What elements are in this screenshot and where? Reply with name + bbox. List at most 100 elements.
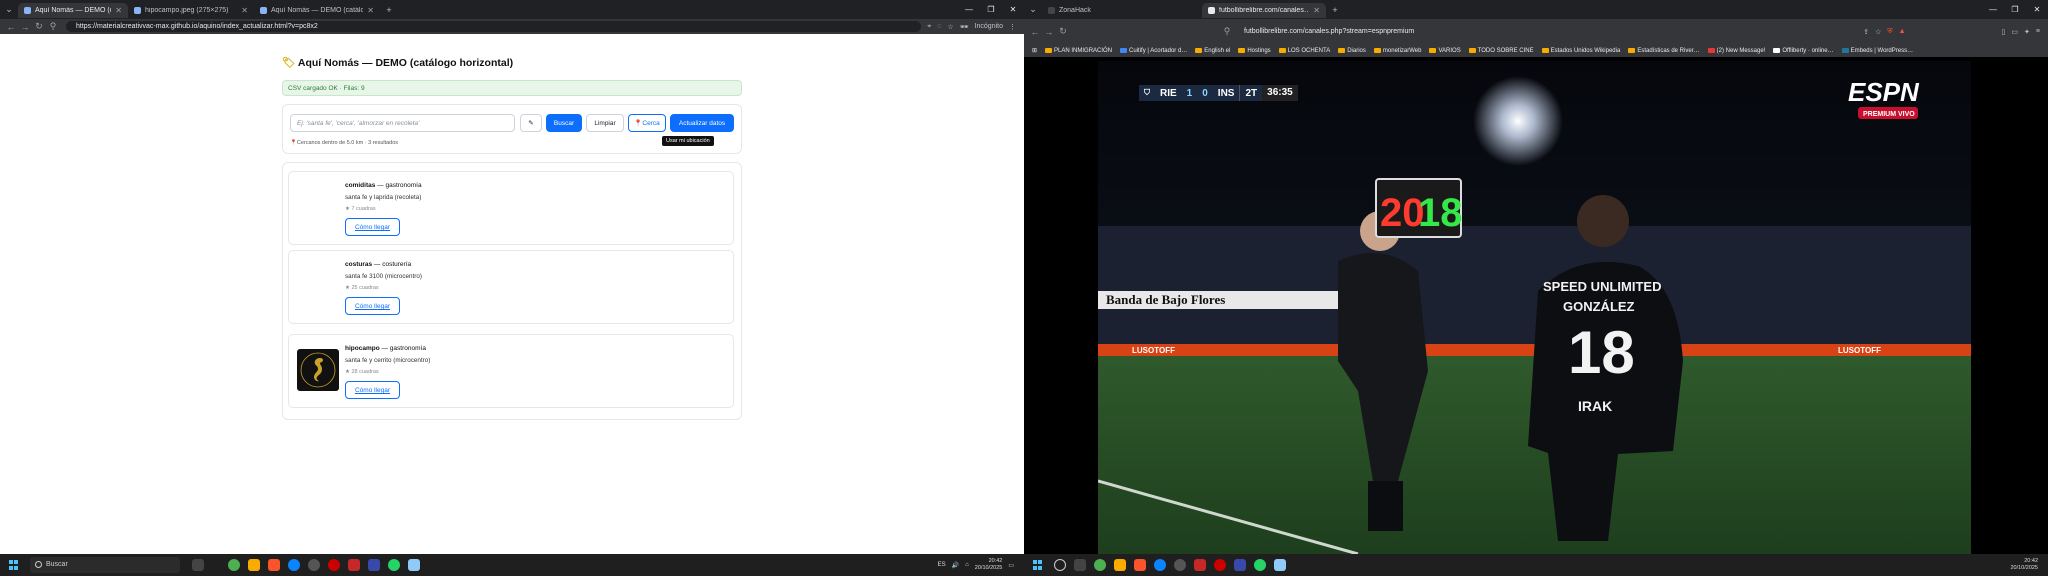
directions-button[interactable]: Cómo llegar xyxy=(345,381,400,399)
save-icon[interactable] xyxy=(368,559,380,571)
close-icon[interactable]: ✕ xyxy=(1313,6,1320,15)
maximize-icon[interactable]: ❐ xyxy=(2004,5,2026,14)
reload-icon[interactable]: ↻ xyxy=(1056,26,1070,37)
volume-icon[interactable]: 🔊 xyxy=(952,562,959,569)
tab-futbollibre-active[interactable]: futbollibrelibre.com/canales… ✕ xyxy=(1202,3,1326,18)
notification-icon[interactable]: ▭ xyxy=(1008,562,1014,569)
pdf-icon[interactable] xyxy=(1194,559,1206,571)
minimize-icon[interactable]: — xyxy=(958,5,980,14)
bookmark[interactable]: Embeds | WordPress… xyxy=(1841,48,1913,54)
clock[interactable]: 20:42 20/10/2025 xyxy=(2010,558,2038,572)
update-data-button[interactable]: Actualizar datos xyxy=(670,114,734,132)
search-button[interactable]: Buscar xyxy=(546,114,582,132)
brave-shield-icon[interactable]: ⛨ xyxy=(1887,28,1892,36)
clear-button[interactable]: Limpiar xyxy=(586,114,624,132)
video-player[interactable]: Banda de Bajo Flores LUSOTOFF LUSOTOFF 2… xyxy=(1098,61,1971,554)
url-field[interactable]: futbollibrelibre.com/canales.php?stream=… xyxy=(1234,26,1858,37)
bookmark[interactable]: Cuitify | Acortador d… xyxy=(1120,48,1187,54)
bookmark[interactable]: English el xyxy=(1195,48,1230,54)
clock[interactable]: 20:42 20/10/2025 xyxy=(975,558,1003,572)
maximize-icon[interactable]: ❐ xyxy=(980,5,1002,14)
forward-icon[interactable]: → xyxy=(1042,27,1056,37)
network-icon[interactable]: ⌂ xyxy=(965,562,969,568)
wallet-icon[interactable]: ▭ xyxy=(2011,28,2018,36)
new-tab-icon[interactable]: + xyxy=(380,5,398,15)
taskbar-search[interactable]: Buscar xyxy=(30,557,180,573)
apps-icon[interactable]: ⊞ xyxy=(1032,47,1037,54)
windows-start-icon[interactable] xyxy=(1030,557,1046,573)
bookmark[interactable]: Estados Unidos Wikipedia xyxy=(1541,48,1620,54)
whatsapp-icon[interactable] xyxy=(388,559,400,571)
file-explorer-icon[interactable] xyxy=(1114,559,1126,571)
extensions-icon[interactable]: ✦ xyxy=(2024,28,2030,36)
search-icon[interactable] xyxy=(1054,559,1066,571)
bookmark[interactable]: Hostings xyxy=(1238,48,1271,54)
tab-aqui-nomas-2[interactable]: Aquí Nomás — DEMO (catálo… ✕ xyxy=(254,3,380,18)
bookmark[interactable]: PLAN INMIGRACIÓN xyxy=(1045,48,1112,54)
app-icon[interactable] xyxy=(308,559,320,571)
sidebar-icon[interactable]: ▯ xyxy=(2002,28,2006,36)
site-info-icon[interactable]: ⚲ xyxy=(46,21,60,32)
directions-button[interactable]: Cómo llegar xyxy=(345,218,400,236)
menu-icon[interactable]: ⋮ xyxy=(1009,23,1016,31)
menu-icon[interactable]: ≡ xyxy=(2036,28,2040,35)
task-view-icon[interactable] xyxy=(192,559,204,571)
player-head xyxy=(1577,195,1629,247)
url-field[interactable]: https://materialcreativvac-max.github.io… xyxy=(66,21,922,32)
tab-zonahack[interactable]: ZonaHack xyxy=(1042,3,1162,18)
opera-icon[interactable] xyxy=(328,559,340,571)
bookmark[interactable]: Estadísticas de River… xyxy=(1628,48,1700,54)
whatsapp-icon[interactable] xyxy=(1254,559,1266,571)
close-window-icon[interactable]: ✕ xyxy=(1002,5,1024,14)
minimize-icon[interactable]: — xyxy=(1982,5,2004,14)
incognito-icon[interactable]: 🕶 xyxy=(960,23,969,31)
star-icon[interactable]: ☆ xyxy=(1875,28,1881,36)
directions-button[interactable]: Cómo llegar xyxy=(345,297,400,315)
bookmark[interactable]: TODO SOBRE CINE xyxy=(1468,48,1534,54)
bookmark[interactable]: Offliberty · online… xyxy=(1773,48,1834,54)
windows-start-icon[interactable] xyxy=(6,557,22,573)
eye-off-icon[interactable]: ◌ xyxy=(937,23,941,30)
close-icon[interactable]: ✕ xyxy=(367,6,374,15)
close-window-icon[interactable]: ✕ xyxy=(2026,5,2048,14)
star-icon[interactable]: ☆ xyxy=(947,23,953,31)
back-icon[interactable]: ← xyxy=(1028,27,1042,37)
task-view-icon[interactable] xyxy=(1074,559,1086,571)
save-icon[interactable] xyxy=(1234,559,1246,571)
bookmark[interactable]: VARIOS xyxy=(1429,48,1461,54)
location-icon[interactable]: ⌖ xyxy=(927,23,931,31)
edge-icon[interactable] xyxy=(1154,559,1166,571)
notepad-icon[interactable] xyxy=(1274,559,1286,571)
close-icon[interactable]: ✕ xyxy=(241,6,248,15)
edit-button[interactable]: ✎ xyxy=(520,114,542,132)
bookmark[interactable]: Diarios xyxy=(1338,48,1366,54)
search-input[interactable]: Ej: 'santa fe', 'cerca', 'almorzar en re… xyxy=(290,114,515,132)
reload-icon[interactable]: ↻ xyxy=(32,21,46,32)
near-button[interactable]: 📍Cerca xyxy=(628,114,666,132)
file-explorer-icon[interactable] xyxy=(248,559,260,571)
tab-search-icon[interactable]: ⌄ xyxy=(1024,4,1042,15)
language-indicator[interactable]: ES xyxy=(938,562,946,568)
chrome-icon[interactable] xyxy=(1094,559,1106,571)
forward-icon[interactable]: → xyxy=(18,22,32,32)
rewards-icon[interactable]: ▲ xyxy=(1899,28,1906,35)
back-icon[interactable]: ← xyxy=(4,22,18,32)
bookmark[interactable]: LOS OCHENTA xyxy=(1278,48,1330,54)
opera-icon[interactable] xyxy=(1214,559,1226,571)
tab-search-icon[interactable]: ⌄ xyxy=(0,4,18,15)
pdf-icon[interactable] xyxy=(348,559,360,571)
app-icon[interactable] xyxy=(1174,559,1186,571)
brave-icon[interactable] xyxy=(1134,559,1146,571)
close-icon[interactable]: ✕ xyxy=(115,6,122,15)
brave-icon[interactable] xyxy=(268,559,280,571)
tab-aqui-nomas-active[interactable]: Aquí Nomás — DEMO (catálo…✕ xyxy=(18,3,128,18)
bookmark[interactable]: monetizarWeb xyxy=(1373,48,1421,54)
site-info-icon[interactable]: ⚲ xyxy=(1220,26,1234,37)
notepad-icon[interactable] xyxy=(408,559,420,571)
edge-icon[interactable] xyxy=(288,559,300,571)
bookmark[interactable]: (2) New Message! xyxy=(1707,48,1765,54)
tab-hipocampo[interactable]: hipocampo.jpeg (275×275) ✕ xyxy=(128,3,254,18)
new-tab-icon[interactable]: + xyxy=(1326,5,1344,15)
chrome-icon[interactable] xyxy=(228,559,240,571)
share-icon[interactable]: ⇪ xyxy=(1863,28,1869,36)
